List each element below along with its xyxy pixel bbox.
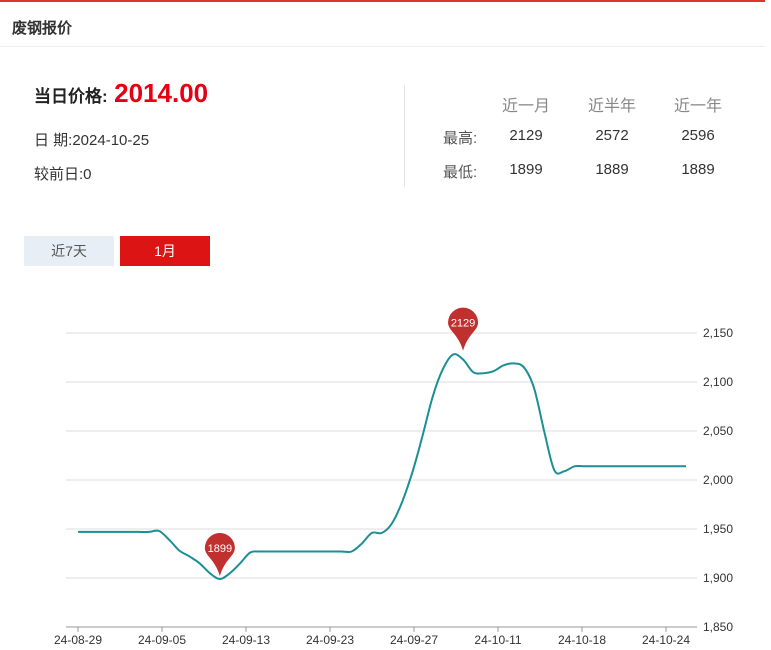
x-tick-label: 24-10-11 [474, 633, 521, 647]
y-tick-label: 1,900 [703, 571, 733, 585]
price-line-chart: 2129 1899 1,850 1,900 1,950 2,000 2,050 2,100 2… [54, 307, 733, 647]
price-series-line [78, 353, 686, 581]
x-tick-label: 24-09-23 [306, 633, 354, 647]
x-tick-label: 24-10-18 [558, 633, 606, 647]
max-min-pin: 2129 [448, 307, 479, 351]
x-tick-label: 24-09-13 [222, 633, 270, 647]
x-tick-label: 24-10-24 [642, 633, 690, 647]
x-tick-label: 24-09-27 [390, 633, 438, 647]
y-tick-label: 2,100 [703, 375, 733, 389]
y-tick-label: 1,850 [703, 620, 733, 634]
max-min-pin: 1899 [204, 532, 235, 576]
pin-label: 1899 [208, 543, 232, 555]
y-tick-label: 1,950 [703, 522, 733, 536]
x-tick-label: 24-09-05 [138, 633, 186, 647]
y-tick-label: 2,150 [703, 326, 733, 340]
y-tick-label: 2,000 [703, 473, 733, 487]
y-tick-label: 2,050 [703, 424, 733, 438]
x-tick-label: 24-08-29 [54, 633, 102, 647]
pin-label: 2129 [451, 318, 475, 330]
